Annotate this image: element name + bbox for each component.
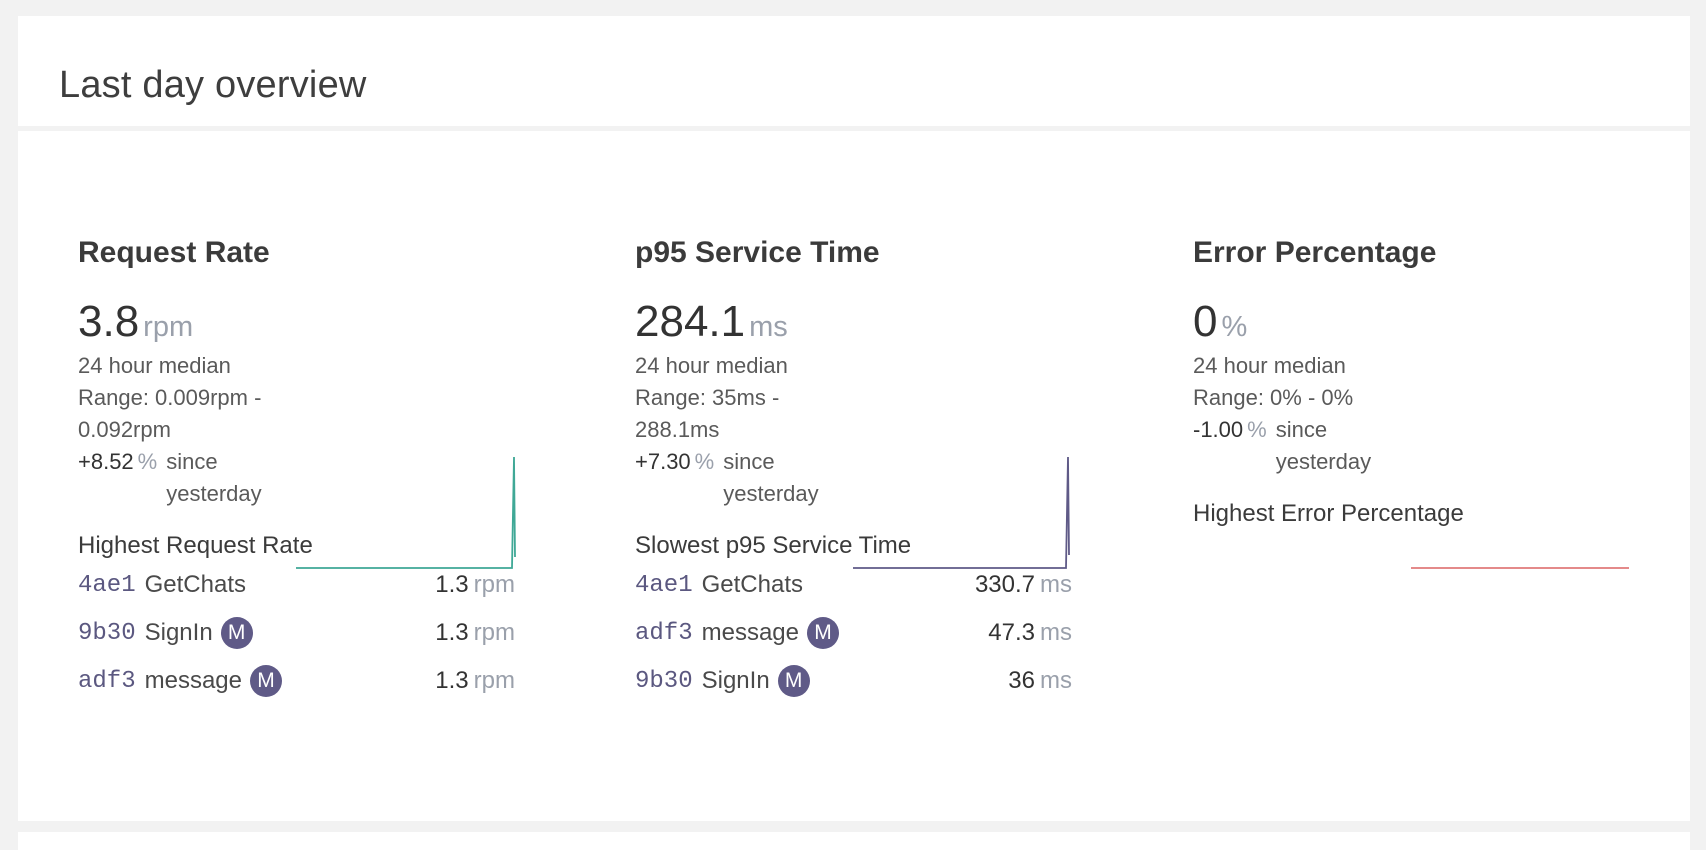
item-value: 330.7 xyxy=(974,571,1035,598)
item-unit: rpm xyxy=(473,571,515,598)
change-since-yesterday: -1.00% since yesterday xyxy=(1193,414,1398,478)
list-item[interactable]: 9b30 SignIn M 1.3 rpm xyxy=(78,609,515,657)
range-line-1: Range: 0.009rpm - xyxy=(78,385,262,410)
request-rate-sparkline xyxy=(296,456,516,569)
error-percentage-column: Error Percentage 0% 24 hour median Range… xyxy=(1193,131,1653,821)
operation-name[interactable]: SignIn xyxy=(145,619,213,647)
error-percentage-title: Error Percentage xyxy=(1193,236,1437,269)
overview-header: Last day overview xyxy=(18,16,1690,126)
item-unit: ms xyxy=(1040,571,1072,598)
request-rate-column: Request Rate 3.8 rpm 24 hour median Range… xyxy=(78,131,538,821)
median-label: 24 hour median xyxy=(1193,353,1346,378)
since-label: since xyxy=(166,449,218,474)
highest-request-rate-list: 4ae1 GetChats 1.3 rpm 9b30 SignIn M 1.3 rp… xyxy=(78,561,515,705)
item-value: 1.3 xyxy=(435,571,469,598)
service-time-value: 284.1 ms xyxy=(635,297,788,347)
service-hash: adf3 xyxy=(78,667,136,695)
since-label: since xyxy=(723,449,775,474)
error-percentage-number: 0 xyxy=(1193,297,1218,346)
request-rate-unit: rpm xyxy=(143,311,194,343)
item-value: 36 xyxy=(1008,667,1035,694)
change-value: -1.00 xyxy=(1193,417,1244,442)
operation-name[interactable]: SignIn xyxy=(702,667,770,695)
item-unit: ms xyxy=(1040,619,1072,646)
service-time-unit: ms xyxy=(749,311,788,343)
request-rate-number: 3.8 xyxy=(78,297,140,346)
change-unit: % xyxy=(137,449,158,474)
slowest-service-time-title: Slowest p95 Service Time xyxy=(635,532,912,559)
error-percentage-unit: % xyxy=(1221,311,1248,343)
service-hash: 4ae1 xyxy=(635,571,693,599)
yesterday-label: yesterday xyxy=(166,481,262,506)
highest-error-percentage-title: Highest Error Percentage xyxy=(1193,500,1464,527)
request-rate-title: Request Rate xyxy=(78,236,270,269)
since-label: since xyxy=(1275,417,1328,442)
item-value: 47.3 xyxy=(988,619,1035,646)
range-line-2: 0.092rpm xyxy=(78,417,171,442)
list-item[interactable]: adf3 message M 47.3 ms xyxy=(635,609,1072,657)
highest-request-rate-title: Highest Request Rate xyxy=(78,532,313,559)
mutation-badge: M xyxy=(777,665,810,697)
error-percentage-meta: 24 hour median Range: 0% - 0% -1.00% sin… xyxy=(1193,350,1398,478)
page-title: Last day overview xyxy=(59,64,367,106)
service-hash: adf3 xyxy=(635,619,693,647)
yesterday-label: yesterday xyxy=(1275,449,1372,474)
change-value: +7.30 xyxy=(635,449,691,474)
service-time-column: p95 Service Time 284.1 ms 24 hour median … xyxy=(635,131,1095,821)
change-unit: % xyxy=(1247,417,1267,442)
yesterday-label: yesterday xyxy=(723,481,819,506)
slowest-service-time-list: 4ae1 GetChats 330.7 ms adf3 message M 47.… xyxy=(635,561,1072,705)
median-label: 24 hour median xyxy=(635,353,788,378)
list-item[interactable]: 4ae1 GetChats 330.7 ms xyxy=(635,561,1072,609)
median-label: 24 hour median xyxy=(78,353,231,378)
request-rate-meta: 24 hour median Range: 0.009rpm - 0.092rp… xyxy=(78,350,283,510)
list-item[interactable]: adf3 message M 1.3 rpm xyxy=(78,657,515,705)
request-rate-value: 3.8 rpm xyxy=(78,297,193,347)
operation-name[interactable]: message xyxy=(145,667,242,695)
range-line-1: Range: 0% - 0% xyxy=(1193,385,1354,410)
item-unit: rpm xyxy=(473,619,515,646)
change-since-yesterday: +7.30% since yesterday xyxy=(635,446,840,510)
service-time-title: p95 Service Time xyxy=(635,236,880,269)
item-unit: rpm xyxy=(473,667,515,694)
service-hash: 4ae1 xyxy=(78,571,136,599)
request-rate-sparkline-path xyxy=(296,456,516,569)
operation-name[interactable]: GetChats xyxy=(702,571,803,599)
next-panel-edge xyxy=(18,832,1690,850)
item-value: 1.3 xyxy=(435,667,469,694)
service-time-number: 284.1 xyxy=(635,297,746,346)
service-hash: 9b30 xyxy=(635,667,693,695)
item-unit: ms xyxy=(1040,667,1072,694)
operation-name[interactable]: GetChats xyxy=(145,571,246,599)
mutation-badge: M xyxy=(250,665,282,697)
operation-name[interactable]: message xyxy=(702,619,799,647)
service-time-meta: 24 hour median Range: 35ms - 288.1ms +7.… xyxy=(635,350,840,510)
change-since-yesterday: +8.52% since yesterday xyxy=(78,446,283,510)
error-percentage-sparkline xyxy=(1411,567,1629,569)
change-value: +8.52 xyxy=(78,449,134,474)
mutation-badge: M xyxy=(807,617,839,649)
mutation-badge: M xyxy=(220,617,253,649)
range-line-1: Range: 35ms - xyxy=(635,385,780,410)
range-line-2: 288.1ms xyxy=(635,417,720,442)
overview-panel: Request Rate 3.8 rpm 24 hour median Range… xyxy=(18,131,1690,821)
error-percentage-value: 0% xyxy=(1193,297,1247,347)
list-item[interactable]: 4ae1 GetChats 1.3 rpm xyxy=(78,561,515,609)
item-value: 1.3 xyxy=(435,619,469,646)
change-unit: % xyxy=(694,449,715,474)
service-hash: 9b30 xyxy=(78,619,136,647)
list-item[interactable]: 9b30 SignIn M 36 ms xyxy=(635,657,1072,705)
